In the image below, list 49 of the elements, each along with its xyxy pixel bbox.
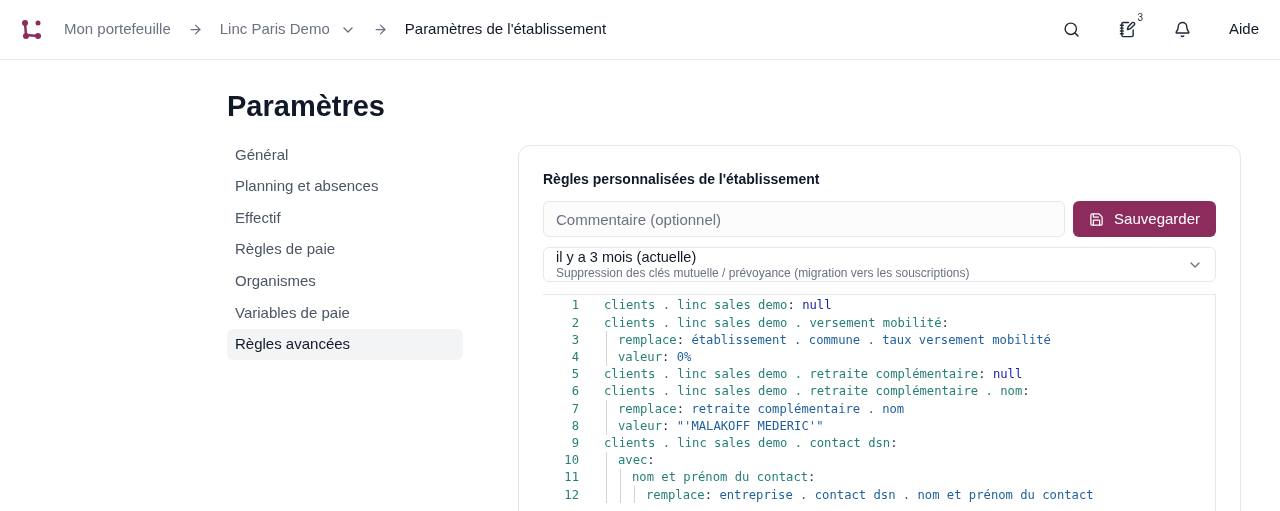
save-button[interactable]: Sauvegarder [1073,201,1216,237]
line-number: 12 [563,486,579,504]
bell-icon [1173,21,1191,38]
code-line: clients . linc sales demo . retraite complémentaire . nom: [604,383,1030,401]
breadcrumb-current: Paramètres de l'établissement [404,19,607,40]
code-line: clients . linc sales demo . retraite complémentaire: null [604,366,1023,384]
code-line: clients . linc sales demo . versement mobilité: [604,314,949,332]
card-title: Règles personnalisées de l'établissement [543,170,821,189]
code-editor[interactable] [543,294,1216,511]
line-number: 8 [570,417,579,435]
code-line: remplace: retraite complémentaire . nom [618,400,905,418]
code-line: avec: [618,452,655,470]
code-line: clients . linc sales demo . contact dsn: [604,434,898,452]
code-line: remplace: établissement . commune . taux versement mobilité [618,331,1051,349]
version-label: il y a 3 mois (actuelle) [556,247,698,267]
page-title: Paramètres [227,89,386,124]
line-number: 11 [563,469,579,487]
version-select[interactable]: il y a 3 mois (actuelle) Suppression des clés mutuelle / prévoyance (migration vers les souscriptions) [543,247,1216,282]
line-number: 10 [563,452,579,470]
line-number: 6 [570,383,579,401]
sidebar-item[interactable]: Effectif [227,202,463,234]
sidebar-item[interactable]: Général [227,139,463,171]
help-link[interactable]: Aide [1228,18,1259,41]
code-line: valeur: "'MALAKOFF MEDERIC'" [618,417,824,435]
code-line: valeur: 0% [618,349,692,366]
notes-count: 3 [1137,13,1143,23]
line-number: 3 [570,331,579,349]
notebook-icon [1119,21,1137,38]
sidebar-item[interactable]: Variables de paie [227,296,463,329]
code-line: remplace: entreprise . contact dsn . nom et prénom du contact [646,486,1094,504]
version-description: Suppression des clés mutuelle / prévoyance (migration vers les souscriptions) [556,266,970,282]
establishment-dropdown[interactable]: Linc Paris Demo [219,18,356,41]
line-number: 9 [570,434,579,452]
sidebar-item[interactable]: Règles de paie [227,233,463,266]
save-icon [1089,211,1105,227]
line-number: 4 [570,349,579,366]
line-number: 1 [570,297,579,315]
search-icon [1063,21,1081,38]
comment-field[interactable]: Commentaire (optionnel) [543,201,1066,237]
logo-icon[interactable] [21,18,43,41]
code-line: clients . linc sales demo: null [604,297,832,315]
code-line: nom et prénom du contact: [632,469,816,487]
sidebar-item[interactable]: Organismes [227,265,463,297]
line-number: 2 [570,314,579,332]
line-number: 5 [570,366,579,384]
line-number: 7 [570,400,579,418]
breadcrumb-link[interactable]: Mon portefeuille [64,18,171,41]
sidebar-item[interactable]: Règles avancées [227,328,463,361]
sidebar-item[interactable]: Planning et absences [227,170,463,203]
